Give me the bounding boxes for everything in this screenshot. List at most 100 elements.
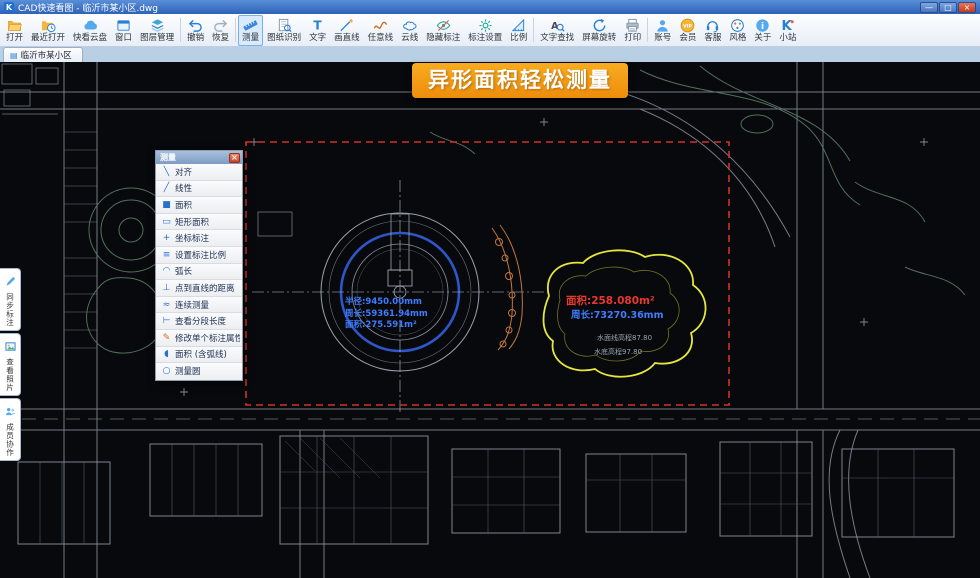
scale-icon	[511, 17, 526, 33]
toolbar-revision-cloud-button[interactable]: 云线	[397, 15, 422, 46]
area-icon: ■	[161, 200, 172, 210]
view-photo-icon	[5, 337, 16, 356]
linear-icon: ╱	[161, 183, 172, 193]
toolbar-text-button[interactable]: T 文字	[305, 15, 330, 46]
site-icon: K	[780, 17, 795, 33]
toolbar-open-button[interactable]: 打开	[2, 15, 27, 46]
toolbar-separator	[647, 18, 648, 42]
toolbar-text-search-button[interactable]: A 文字查找	[536, 15, 578, 46]
toolbar-window-button[interactable]: 窗口	[111, 15, 136, 46]
measure-item-circle[interactable]: ○测量圆	[156, 363, 242, 380]
measure-panel-close-icon[interactable]: ×	[229, 153, 240, 163]
toolbar-about-button[interactable]: i 关于	[750, 15, 775, 46]
continuous-measure-icon: ≈	[161, 300, 172, 310]
window-title: CAD快速看图 - 临沂市某小区.dwg	[18, 1, 916, 14]
set-scale-icon: ≡	[161, 250, 172, 260]
open-icon	[7, 17, 22, 33]
toolbar-separator	[180, 18, 181, 42]
recent-open-icon	[41, 17, 56, 33]
toolbar-hide-annotation-button[interactable]: 隐藏标注	[422, 15, 464, 46]
redo-icon	[213, 17, 228, 33]
measure-item-arc-length[interactable]: ◠弧长	[156, 264, 242, 281]
toolbar-redo-button[interactable]: 恢复	[208, 15, 233, 46]
measure-item-area[interactable]: ■面积	[156, 197, 242, 214]
measure-panel: 测量 × ╲对齐 ╱线性 ■面积 ▭矩形面积 +坐标标注 ≡设置标注比例 ◠弧长…	[155, 150, 243, 381]
measure-item-edit-annotation[interactable]: ✎修改单个标注属性	[156, 330, 242, 347]
toolbar-recent-open-button[interactable]: 最近打开	[27, 15, 69, 46]
measure-panel-title: 测量	[160, 152, 229, 163]
measure-circle-icon: ○	[161, 366, 172, 376]
toolbar-layers-button[interactable]: 图层管理	[136, 15, 178, 46]
revision-cloud-icon	[402, 17, 417, 33]
close-button[interactable]: ×	[958, 2, 976, 13]
measure-item-set-scale[interactable]: ≡设置标注比例	[156, 247, 242, 264]
measure-item-continuous[interactable]: ≈连续测量	[156, 297, 242, 314]
tab-label: 临沂市某小区	[21, 49, 72, 61]
canvas-area: 异形面积轻松测量 半径:9450.00mm 周长:59361.94mm 面积:2…	[0, 62, 980, 578]
layers-icon	[150, 17, 165, 33]
circle-radius-label: 半径:9450.00mm	[345, 297, 428, 309]
toolbar-measure-button[interactable]: 测量	[238, 15, 263, 46]
rect-area-icon: ▭	[161, 217, 172, 227]
measure-item-coordinate[interactable]: +坐标标注	[156, 230, 242, 247]
toolbar-screen-rotate-button[interactable]: 屏幕旋转	[578, 15, 620, 46]
circle-measurement-block: 半径:9450.00mm 周长:59361.94mm 面积:275.591m²	[345, 297, 428, 332]
toolbar-account-button[interactable]: 账号	[650, 15, 675, 46]
window-icon	[116, 17, 131, 33]
toolbar-undo-button[interactable]: 撤销	[183, 15, 208, 46]
water-surface-elevation-label: 水面线高程87.80	[597, 333, 652, 343]
main-toolbar: 打开 最近打开 快看云盘 窗口 图层管理 撤销 恢复 测量	[0, 14, 980, 47]
toolbar-site-button[interactable]: K 小站	[775, 15, 800, 46]
side-member-collab-button[interactable]: 成员协作	[0, 398, 21, 461]
side-sync-annotation-button[interactable]: 同步标注	[0, 268, 21, 331]
measure-panel-header[interactable]: 测量 ×	[156, 151, 242, 164]
pond-perimeter-label: 周长:73270.36mm	[571, 307, 663, 321]
circle-area-label: 面积:275.591m²	[345, 320, 428, 332]
measure-item-area-with-arc[interactable]: ◖面积 (含弧线)	[156, 347, 242, 364]
align-icon: ╲	[161, 167, 172, 177]
title-bar: K CAD快速看图 - 临沂市某小区.dwg — □ ×	[0, 0, 980, 14]
svg-text:VIP: VIP	[683, 23, 692, 29]
drawing-recognize-icon	[277, 17, 292, 33]
toolbar-separator	[235, 18, 236, 42]
text-icon: T	[310, 17, 325, 33]
measure-icon	[243, 17, 258, 33]
undo-icon	[188, 17, 203, 33]
tab-drawing[interactable]: ▤ 临沂市某小区	[3, 47, 83, 62]
style-icon	[730, 17, 745, 33]
toolbar-freehand-line-button[interactable]: 任意线	[364, 15, 398, 46]
toolbar-customer-service-button[interactable]: 客服	[700, 15, 725, 46]
vip-icon: VIP	[680, 17, 695, 33]
app-logo-icon: K	[4, 2, 14, 12]
water-bottom-elevation-label: 水底高程97.80	[594, 347, 642, 357]
cad-canvas[interactable]	[0, 62, 980, 578]
side-view-photo-button[interactable]: 查看照片	[0, 333, 21, 396]
annotation-settings-icon	[478, 17, 493, 33]
hide-annotation-icon	[436, 17, 451, 33]
maximize-button[interactable]: □	[939, 2, 957, 13]
cloud-drive-icon	[83, 17, 98, 33]
toolbar-vip-button[interactable]: VIP 会员	[675, 15, 700, 46]
toolbar-scale-button[interactable]: 比例	[506, 15, 531, 46]
toolbar-style-button[interactable]: 风格	[725, 15, 750, 46]
toolbar-cloud-drive-button[interactable]: 快看云盘	[69, 15, 111, 46]
minimize-button[interactable]: —	[920, 2, 938, 13]
toolbar-drawing-recognize-button[interactable]: 图纸识别	[263, 15, 305, 46]
text-search-icon: A	[550, 17, 565, 33]
toolbar-separator	[533, 18, 534, 42]
measure-item-point-to-line[interactable]: ⊥点到直线的距离	[156, 280, 242, 297]
toolbar-annotation-settings-button[interactable]: 标注设置	[464, 15, 506, 46]
about-icon: i	[755, 17, 770, 33]
sync-annotation-icon	[5, 272, 16, 291]
promo-banner: 异形面积轻松测量	[412, 63, 628, 98]
measure-item-align[interactable]: ╲对齐	[156, 164, 242, 181]
screen-rotate-icon	[592, 17, 607, 33]
measure-item-linear[interactable]: ╱线性	[156, 181, 242, 198]
coordinate-icon: +	[161, 233, 172, 243]
pond-area-label: 面积:258.080m²	[566, 293, 655, 308]
draw-line-icon	[339, 17, 354, 33]
measure-item-rect-area[interactable]: ▭矩形面积	[156, 214, 242, 231]
toolbar-draw-line-button[interactable]: 画直线	[330, 15, 364, 46]
toolbar-print-button[interactable]: 打印	[620, 15, 645, 46]
measure-item-segment-length[interactable]: ⊢查看分段长度	[156, 313, 242, 330]
